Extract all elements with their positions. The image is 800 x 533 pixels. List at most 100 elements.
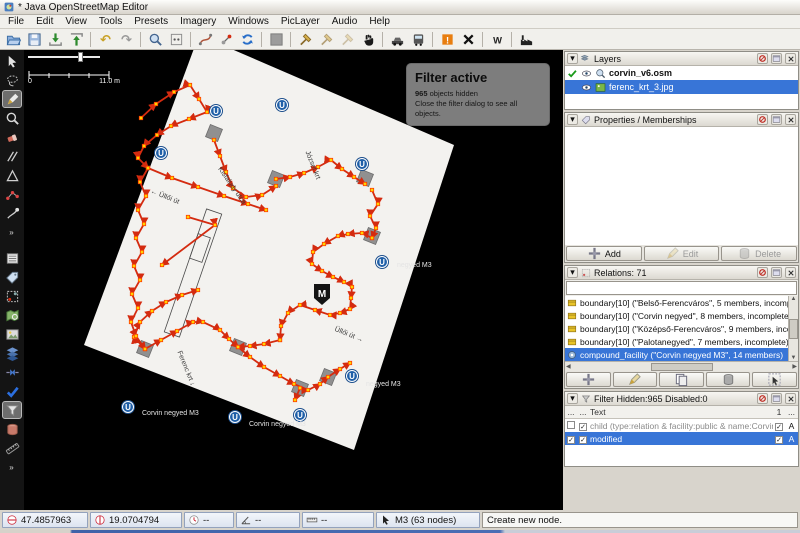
toolbar-redo-button[interactable]: ↷ — [116, 30, 136, 48]
toolbar-imagery-button[interactable] — [266, 30, 286, 48]
zoom-slider-thumb[interactable] — [78, 52, 83, 62]
sidebar-select-button[interactable] — [2, 52, 22, 70]
subway-entrance-icon[interactable]: U — [346, 370, 358, 382]
sidebar-improve-button[interactable] — [2, 185, 22, 203]
menu-item-edit[interactable]: Edit — [30, 16, 59, 27]
collapse-icon[interactable]: ▾ — [567, 393, 578, 404]
rel-new-button[interactable] — [566, 372, 611, 387]
scroll-up-icon[interactable]: ▲ — [791, 296, 797, 302]
sidebar-extrude-button[interactable] — [2, 166, 22, 184]
close-icon[interactable] — [785, 393, 796, 404]
dock-icon[interactable] — [771, 267, 782, 278]
filter-hiding-checkbox[interactable]: ✓ — [577, 421, 589, 431]
sidebar-parallel-button[interactable] — [2, 147, 22, 165]
add-button[interactable]: Add — [566, 246, 642, 261]
filter-inverted-checkbox[interactable]: ✓ — [773, 434, 785, 444]
toolbar-pick-b-button[interactable] — [316, 30, 336, 48]
subway-entrance-icon[interactable]: U — [210, 105, 222, 117]
close-icon[interactable] — [785, 53, 796, 64]
status-sel-segment[interactable]: M3 (63 nodes) — [376, 512, 480, 528]
sticky-icon[interactable] — [757, 53, 768, 64]
filter-enabled-checkbox[interactable]: ✓ — [565, 434, 577, 444]
visibility-eye-icon[interactable] — [581, 82, 592, 93]
sidebar-delete-button[interactable] — [2, 128, 22, 146]
status-help-text[interactable]: Create new node. — [482, 512, 798, 528]
relation-row[interactable]: boundary[10] ("Palotanegyed", 7 members,… — [565, 335, 798, 348]
subway-entrance-icon[interactable]: U — [276, 99, 288, 111]
zoom-slider[interactable] — [28, 56, 100, 58]
menu-item-presets[interactable]: Presets — [128, 16, 174, 27]
collapse-icon[interactable]: ▾ — [567, 53, 578, 64]
sidebar-draw-button[interactable] — [2, 90, 22, 108]
collapse-icon[interactable]: ▾ — [567, 267, 578, 278]
filter-row[interactable]: ✓✓modified✓A — [565, 432, 798, 445]
filter-hiding-checkbox[interactable]: ✓ — [577, 434, 589, 444]
relation-row[interactable]: compound_facility ("Corvin negyed M3", 1… — [565, 348, 798, 361]
sticky-icon[interactable] — [757, 267, 768, 278]
status-lat-segment[interactable]: 47.4857963 — [2, 512, 88, 528]
menu-item-view[interactable]: View — [59, 16, 93, 27]
subway-entrance-icon[interactable]: U — [294, 409, 306, 421]
menu-item-piclayer[interactable]: PicLayer — [275, 16, 326, 27]
filter-inverted-checkbox[interactable]: ✓ — [773, 421, 785, 431]
relations-filter-input[interactable] — [566, 281, 797, 295]
layer-row[interactable]: ferenc_krt_3.jpg — [565, 80, 798, 94]
menu-item-help[interactable]: Help — [363, 16, 396, 27]
toolbar-stats-button[interactable] — [516, 30, 536, 48]
sidebar-more-button[interactable]: » — [2, 458, 22, 476]
toolbar-preferences-button[interactable] — [166, 30, 186, 48]
sidebar-minimap-button[interactable] — [2, 306, 22, 324]
relation-row[interactable]: boundary[10] ("Corvin negyed", 8 members… — [565, 309, 798, 322]
status-dist-segment[interactable]: -- — [302, 512, 374, 528]
sidebar-tags-button[interactable] — [2, 268, 22, 286]
collapse-icon[interactable]: ▾ — [567, 114, 578, 125]
toolbar-download-button[interactable] — [45, 30, 65, 48]
filter-row[interactable]: ✓child (type:relation & facility:public … — [565, 419, 798, 432]
rel-edit-button[interactable] — [613, 372, 658, 387]
toolbar-transit-button[interactable] — [408, 30, 428, 48]
toolbar-pan-button[interactable] — [358, 30, 378, 48]
layer-row[interactable]: corvin_v6.osm — [565, 66, 798, 80]
sidebar-relations-button[interactable] — [2, 287, 22, 305]
subway-entrance-icon[interactable]: U — [356, 158, 368, 170]
filter-enabled-checkbox[interactable] — [565, 421, 577, 431]
sidebar-changesets-button[interactable] — [2, 420, 22, 438]
scroll-thumb[interactable] — [789, 319, 798, 339]
toolbar-upload-button[interactable] — [66, 30, 86, 48]
toolbar-pick-a-button[interactable] — [295, 30, 315, 48]
menu-item-audio[interactable]: Audio — [326, 16, 364, 27]
delete-button[interactable]: Delete — [721, 246, 797, 261]
close-icon[interactable] — [785, 114, 796, 125]
toolbar-warning-button[interactable]: ! — [437, 30, 457, 48]
rel-delete-button[interactable] — [706, 372, 751, 387]
status-clock-segment[interactable]: -- — [184, 512, 234, 528]
map-canvas[interactable]: M 0 11.0 m UUUUUUUUUCorvin negyed M3Corv… — [24, 50, 563, 510]
toolbar-pick-c-button[interactable] — [337, 30, 357, 48]
visibility-eye-icon[interactable] — [581, 68, 592, 79]
rel-select-button[interactable] — [752, 372, 797, 387]
relations-hscrollbar[interactable]: ◀▶ — [565, 361, 798, 371]
toolbar-node-tool-button[interactable] — [216, 30, 236, 48]
scroll-down-icon[interactable]: ▼ — [791, 355, 797, 361]
subway-entrance-icon[interactable]: U — [376, 256, 388, 268]
subway-entrance-icon[interactable]: U — [155, 147, 167, 159]
toolbar-save-button[interactable] — [24, 30, 44, 48]
toolbar-sync-button[interactable] — [237, 30, 257, 48]
sidebar-layers-stack-button[interactable] — [2, 344, 22, 362]
menu-item-file[interactable]: File — [2, 16, 30, 27]
toolbar-close-dialogs-button[interactable] — [458, 30, 478, 48]
toolbar-wms-button[interactable]: W — [487, 30, 507, 48]
sidebar-validator-button[interactable] — [2, 382, 22, 400]
sidebar-measure-button[interactable] — [2, 439, 22, 457]
sticky-icon[interactable] — [757, 114, 768, 125]
menu-item-imagery[interactable]: Imagery — [174, 16, 222, 27]
sidebar-zoom-button[interactable] — [2, 109, 22, 127]
menu-item-tools[interactable]: Tools — [93, 16, 128, 27]
dock-icon[interactable] — [771, 114, 782, 125]
sidebar-imagery-frame-button[interactable] — [2, 325, 22, 343]
subway-entrance-icon[interactable]: U — [122, 401, 134, 413]
subway-entrance-icon[interactable]: U — [229, 411, 241, 423]
menu-item-windows[interactable]: Windows — [222, 16, 275, 27]
relation-row[interactable]: boundary[10] ("Középső-Ferencváros", 9 m… — [565, 322, 798, 335]
dock-icon[interactable] — [771, 53, 782, 64]
